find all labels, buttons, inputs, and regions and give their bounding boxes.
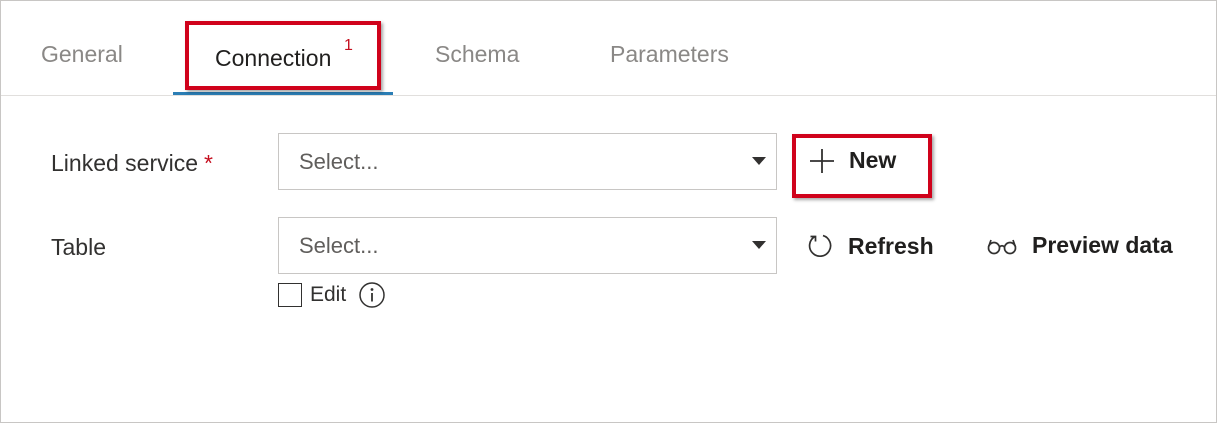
edit-row: Edit xyxy=(278,281,386,309)
refresh-button-label: Refresh xyxy=(848,232,934,259)
new-button-label: New xyxy=(849,147,897,173)
preview-data-button[interactable]: Preview data xyxy=(986,232,1173,259)
tab-parameters[interactable]: Parameters xyxy=(610,41,729,68)
table-placeholder: Select... xyxy=(299,233,379,258)
chevron-down-icon xyxy=(752,241,766,249)
glasses-icon xyxy=(986,236,1018,256)
plus-icon xyxy=(809,148,835,174)
tab-connection[interactable]: Connection xyxy=(215,45,331,72)
new-button[interactable]: New xyxy=(809,147,896,174)
chevron-down-icon xyxy=(752,157,766,165)
table-label: Table xyxy=(51,234,106,260)
refresh-icon xyxy=(806,232,834,260)
tab-general[interactable]: General xyxy=(41,41,123,68)
required-marker: * xyxy=(204,150,213,176)
table-select[interactable]: Select... xyxy=(278,217,777,274)
edit-checkbox[interactable] xyxy=(278,283,302,307)
linked-service-label-text: Linked service xyxy=(51,150,199,176)
tab-bar: General Connection 1 Schema Parameters xyxy=(1,1,1216,96)
preview-data-button-label: Preview data xyxy=(1032,232,1173,258)
tab-connection-badge: 1 xyxy=(344,37,353,54)
tab-schema[interactable]: Schema xyxy=(435,41,519,68)
active-tab-indicator xyxy=(173,92,393,95)
linked-service-label: Linked service * xyxy=(51,150,213,177)
linked-service-select[interactable]: Select... xyxy=(278,133,777,190)
refresh-button[interactable]: Refresh xyxy=(806,232,934,260)
info-icon[interactable] xyxy=(358,281,386,309)
edit-label: Edit xyxy=(310,283,347,306)
connection-panel: General Connection 1 Schema Parameters L… xyxy=(0,0,1217,423)
linked-service-placeholder: Select... xyxy=(299,149,379,174)
